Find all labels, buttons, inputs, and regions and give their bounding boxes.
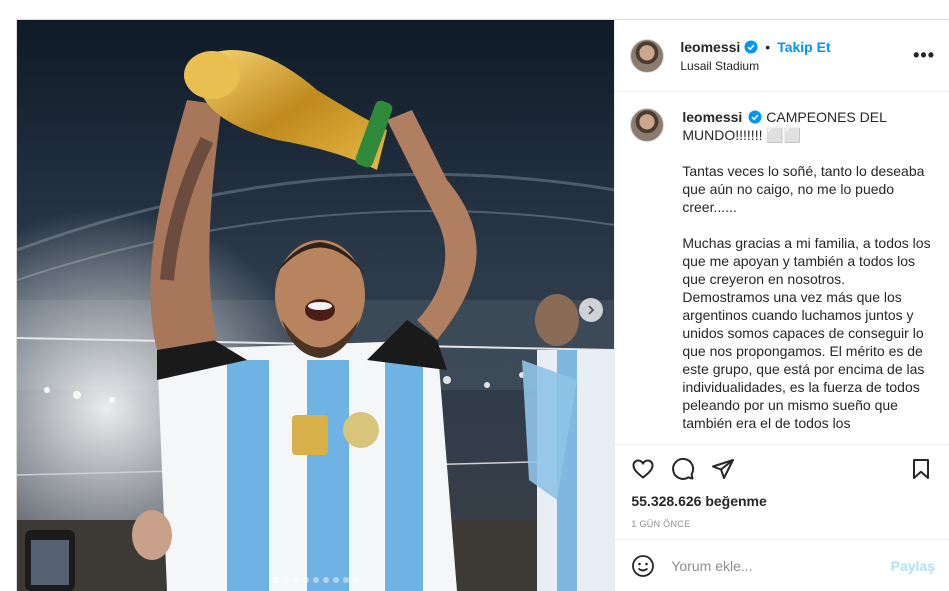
post-image[interactable]	[17, 20, 616, 591]
bookmark-icon[interactable]	[909, 457, 933, 481]
action-bar	[615, 445, 949, 493]
next-image-button[interactable]	[579, 298, 603, 322]
comment-input[interactable]	[669, 556, 891, 575]
post-header: leomessi • Takip Et Lusail Stadium •••	[615, 20, 949, 92]
carousel-dot	[302, 577, 309, 583]
carousel-dot	[282, 577, 289, 583]
carousel-dot	[312, 577, 319, 583]
verified-badge-icon	[744, 40, 758, 53]
carousel-indicator	[17, 577, 614, 583]
comment-form: Paylaş	[615, 539, 949, 591]
carousel-dot	[352, 577, 359, 583]
verified-badge-icon	[748, 110, 762, 124]
header-username-link[interactable]: leomessi	[680, 39, 740, 55]
more-options-icon[interactable]: •••	[913, 45, 935, 66]
follow-button[interactable]: Takip Et	[777, 39, 830, 55]
emoji-icon[interactable]	[631, 554, 655, 578]
post-container: leomessi • Takip Et Lusail Stadium ••• l…	[16, 19, 949, 591]
comment-icon[interactable]	[671, 457, 695, 481]
chevron-right-icon	[588, 305, 595, 315]
avatar[interactable]	[630, 38, 665, 73]
caption-paragraph: Tantas veces lo soñé, tanto lo deseaba q…	[682, 163, 925, 215]
share-comment-button[interactable]: Paylaş	[891, 558, 935, 574]
photo-illustration	[17, 20, 615, 591]
carousel-dot	[272, 577, 279, 583]
post-side-panel: leomessi • Takip Et Lusail Stadium ••• l…	[615, 20, 949, 591]
likes-count[interactable]: 55.328.626 beğenme	[615, 493, 949, 513]
separator-dot: •	[765, 38, 771, 55]
caption-paragraph: Muchas gracias a mi familia, a todos los…	[682, 235, 931, 431]
caption-avatar[interactable]	[630, 108, 665, 142]
carousel-dot	[322, 577, 329, 583]
heart-icon[interactable]	[631, 457, 655, 481]
carousel-dot	[342, 577, 349, 583]
caption-username-link[interactable]: leomessi	[682, 109, 742, 125]
caption-section: leomessi CAMPEONES DEL MUNDO!!!!!!! ⬜⬜ Ta…	[615, 92, 949, 445]
post-date: 1 GÜN ÖNCE	[631, 519, 691, 529]
carousel-dot	[332, 577, 339, 583]
caption-text: leomessi CAMPEONES DEL MUNDO!!!!!!! ⬜⬜ Ta…	[682, 108, 934, 444]
carousel-dot	[292, 577, 299, 583]
location-link[interactable]: Lusail Stadium	[680, 59, 913, 73]
send-icon[interactable]	[711, 457, 735, 481]
